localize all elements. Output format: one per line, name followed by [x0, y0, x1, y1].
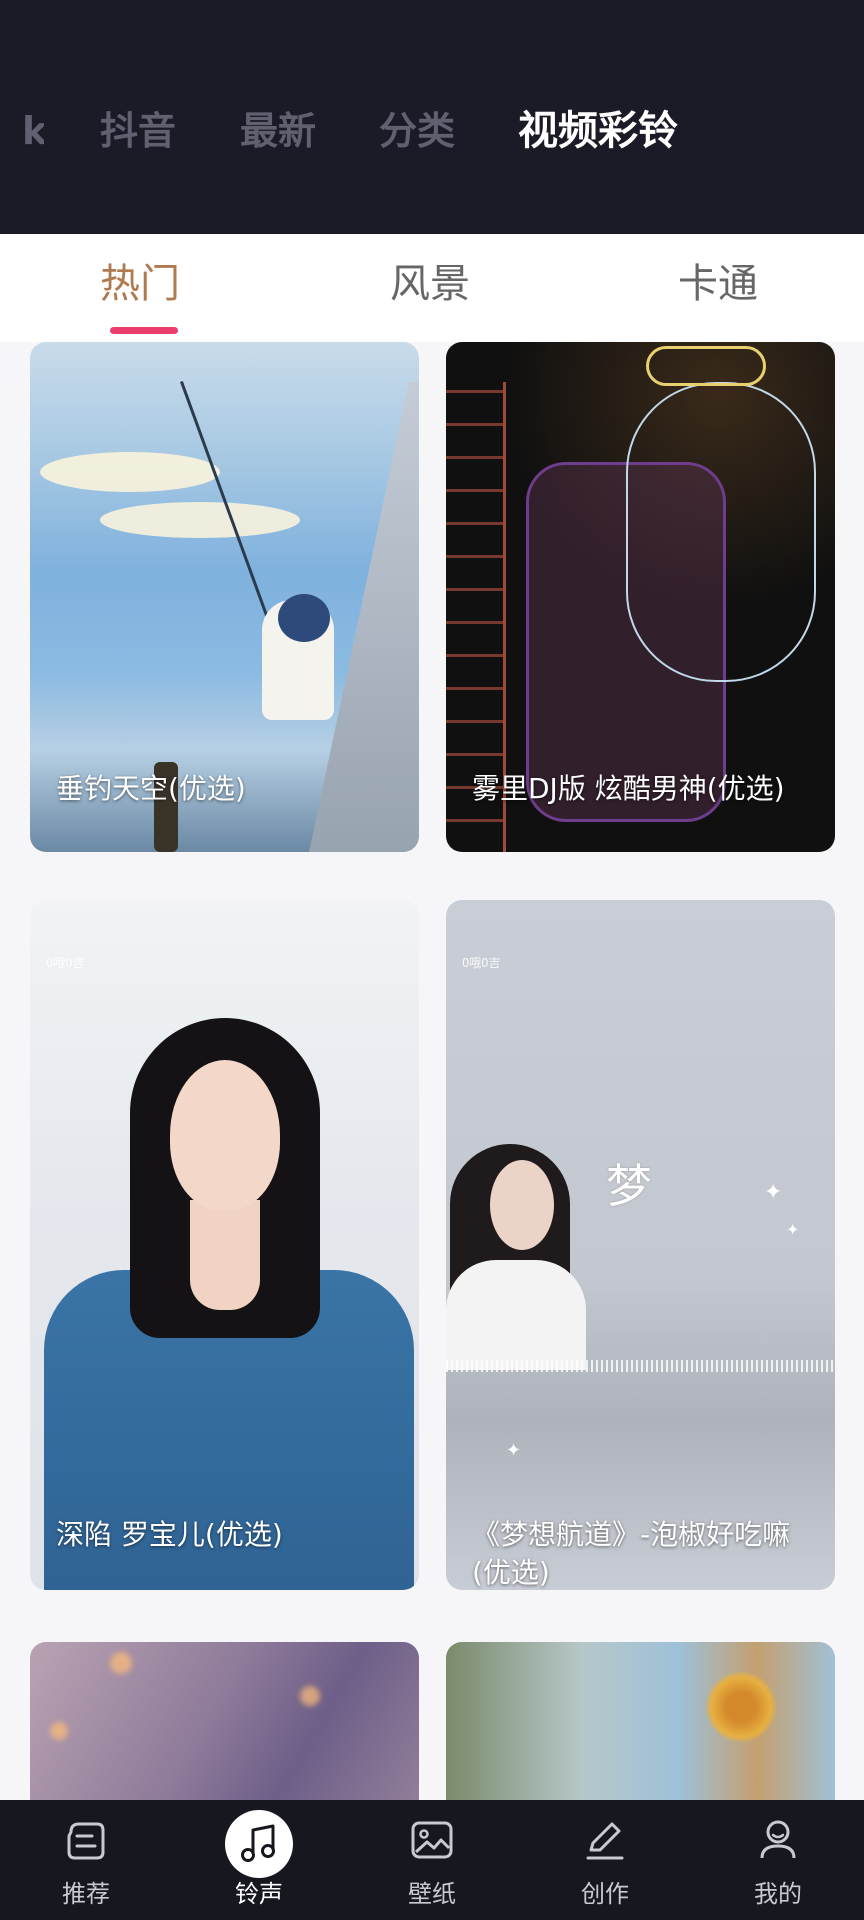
nav-mine[interactable]: 我的 — [718, 1800, 838, 1920]
video-card[interactable]: 雾里DJ版 炫酷男神(优选) — [446, 342, 835, 852]
bokeh-light — [50, 1722, 68, 1740]
sparkle-icon: ✦ — [764, 1180, 783, 1205]
cloud-decoration — [40, 452, 220, 492]
pen-icon — [586, 1822, 624, 1860]
neon-figure-outline — [626, 382, 816, 682]
video-card[interactable]: 垂钓天空(优选) — [30, 342, 419, 852]
nav-label: 我的 — [754, 1880, 802, 1908]
figure-neck — [190, 1200, 260, 1310]
sparkle-icon: ✦ — [786, 1220, 800, 1239]
flower-blur — [706, 1672, 776, 1742]
top-tab-latest[interactable]: 最新 — [240, 96, 316, 166]
calligraphy-text: 梦 — [606, 1159, 652, 1213]
card-title: 《梦想航道》-泡椒好吃嘛(优选) — [472, 1518, 791, 1589]
video-card[interactable]: O哦O吉 深陷 罗宝儿(优选) — [30, 900, 419, 1590]
video-grid: 垂钓天空(优选) 雾里DJ版 炫酷男神(优选) O哦O吉 深陷 罗宝儿(优选) … — [0, 342, 864, 1800]
audio-waveform — [446, 1360, 835, 1372]
video-card[interactable]: O哦O吉 梦 ✦ ✦ ✦ 《梦想航道》-泡椒好吃嘛(优选) — [446, 900, 835, 1590]
video-card[interactable] — [30, 1642, 419, 1800]
nav-label: 铃声 — [235, 1880, 283, 1908]
nav-create[interactable]: 创作 — [545, 1800, 665, 1920]
nav-label: 推荐 — [62, 1880, 110, 1908]
sub-tab-cartoon[interactable]: 卡通 — [678, 256, 758, 312]
figure-face — [490, 1160, 554, 1250]
bottom-nav: 推荐 铃声 壁纸 创作 我的 — [0, 1800, 864, 1920]
card-watermark: O哦O吉 — [46, 956, 85, 970]
nav-wallpaper[interactable]: 壁纸 — [372, 1800, 492, 1920]
sub-tab-hot[interactable]: 热门 — [100, 256, 180, 312]
video-card[interactable] — [446, 1642, 835, 1800]
top-tab-partial[interactable]: k — [22, 96, 44, 166]
cloud-decoration — [100, 502, 300, 538]
top-tab-category[interactable]: 分类 — [379, 96, 455, 166]
card-title: 深陷 罗宝儿(优选) — [56, 1518, 283, 1551]
music-note-icon — [241, 1824, 275, 1862]
top-tab-bar: k 抖音 最新 分类 视频彩铃 — [0, 96, 864, 166]
bokeh-light — [300, 1686, 320, 1706]
wallpaper-icon — [411, 1821, 453, 1859]
figure-face — [170, 1060, 280, 1210]
user-icon — [760, 1820, 796, 1859]
figure-head — [278, 594, 330, 642]
sub-tab-scenery[interactable]: 风景 — [390, 256, 470, 312]
bokeh-light — [110, 1652, 132, 1674]
top-tab-video-ringtone[interactable]: 视频彩铃 — [518, 96, 678, 166]
nav-ringtone[interactable]: 铃声 — [199, 1800, 319, 1920]
nav-recommend[interactable]: 推荐 — [26, 1800, 146, 1920]
top-header: k 抖音 最新 分类 视频彩铃 — [0, 0, 864, 234]
sub-tab-bar: 热门 风景 卡通 — [0, 234, 864, 342]
card-watermark: O哦O吉 — [462, 956, 501, 970]
figure-shirt — [446, 1260, 586, 1370]
card-title: 雾里DJ版 炫酷男神(优选) — [472, 772, 785, 805]
card-title: 垂钓天空(优选) — [56, 772, 246, 805]
sparkle-icon: ✦ — [506, 1440, 522, 1461]
recommend-icon — [67, 1822, 105, 1860]
nav-label: 壁纸 — [408, 1880, 456, 1908]
neon-glasses — [646, 346, 766, 386]
active-tab-underline — [110, 327, 178, 334]
nav-label: 创作 — [581, 1880, 629, 1908]
top-tab-douyin[interactable]: 抖音 — [100, 96, 176, 166]
